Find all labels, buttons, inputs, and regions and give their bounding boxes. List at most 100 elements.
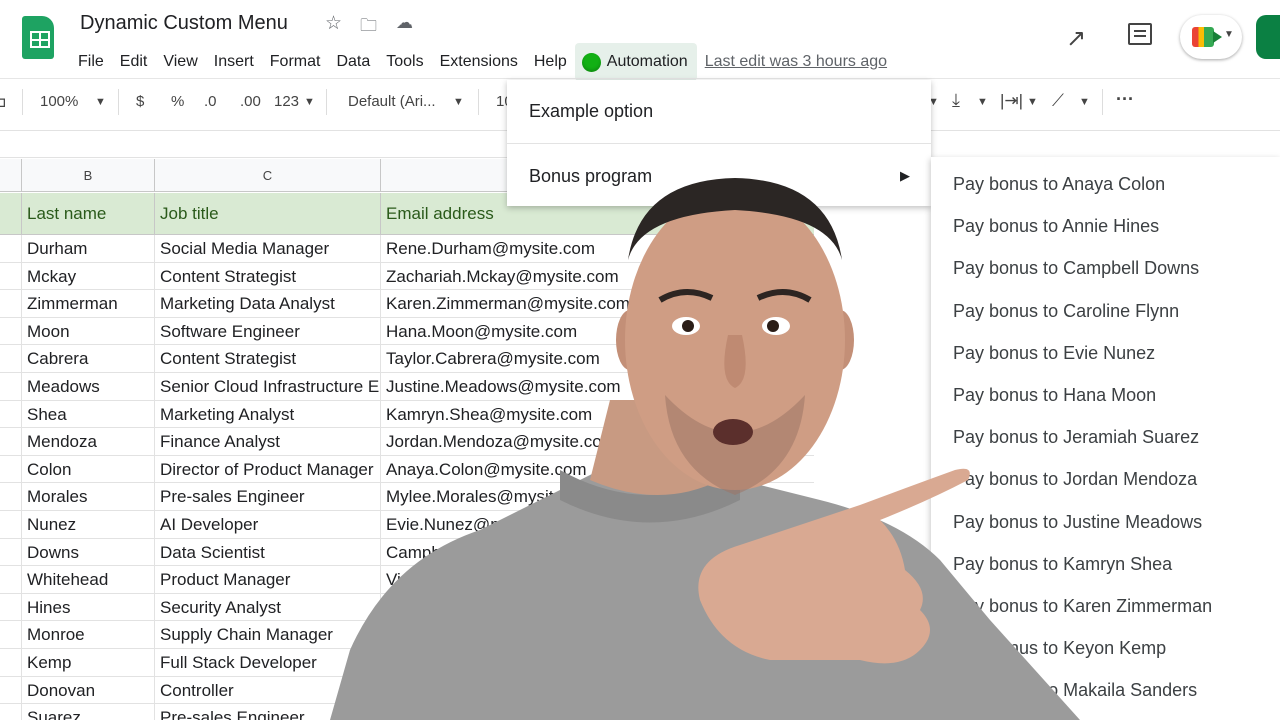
cell-email[interactable]: Rene.Durham@mysite.com <box>381 235 814 263</box>
submenu-item-pay-bonus[interactable]: Pay bonus to Evie Nunez <box>953 343 1155 364</box>
chevron-down-icon[interactable]: ▼ <box>304 96 315 108</box>
cell-job-title[interactable]: Product Manager <box>155 566 381 594</box>
cell-job-title[interactable]: Data Scientist <box>155 538 381 567</box>
cell-job-title[interactable]: Senior Cloud Infrastructure E <box>155 372 381 401</box>
menu-file[interactable]: File <box>70 51 112 73</box>
more-options-icon[interactable]: ··· <box>1116 89 1134 110</box>
cell-email[interactable]: Justine.Meadows@mysite.com <box>381 373 814 401</box>
submenu-item-pay-bonus[interactable]: Pay bonus to Caroline Flynn <box>953 301 1179 322</box>
submenu-item-pay-bonus[interactable]: Pay bonus to Hana Moon <box>953 385 1156 406</box>
submenu-item-pay-bonus[interactable]: Pay bonus to Jeramiah Suarez <box>953 427 1199 448</box>
cell-email[interactable]: Karen.Zimmerman@mysite.com <box>381 290 814 318</box>
cell-email[interactable]: Campbell.D <box>381 539 814 567</box>
submenu-item-pay-bonus[interactable]: Pay bonus to Makaila Sanders <box>953 680 1197 701</box>
cell-job-title[interactable]: AI Developer <box>155 510 381 539</box>
cell[interactable] <box>0 648 22 677</box>
submenu-item-pay-bonus[interactable]: Pay bonus to Jordan Mendoza <box>953 469 1197 490</box>
cell-last-name[interactable]: Cabrera <box>22 345 155 373</box>
cell[interactable] <box>0 566 22 594</box>
submenu-item-pay-bonus[interactable]: Pay bonus to Karen Zimmerman <box>953 596 1212 617</box>
submenu-item-pay-bonus[interactable]: Pay bonus to Anaya Colon <box>953 174 1165 195</box>
menu-format[interactable]: Format <box>262 51 329 73</box>
cell-job-title[interactable]: Supply Chain Manager <box>155 621 381 649</box>
cell[interactable] <box>0 538 22 567</box>
cell-email[interactable] <box>381 677 814 705</box>
cell-email[interactable]: Jordan.Mendoza@mysite.com <box>381 428 814 456</box>
cell-job-title[interactable]: Finance Analyst <box>155 428 381 456</box>
menu-option-bonus-program[interactable]: Bonus program <box>529 166 652 187</box>
text-wrap-icon[interactable]: |⇥| <box>1000 91 1023 111</box>
cell-last-name[interactable]: Shea <box>22 400 155 429</box>
increase-decimal-button[interactable]: .00 <box>240 93 261 110</box>
cell-email[interactable] <box>381 649 814 677</box>
submenu-item-pay-bonus[interactable]: Pay bonus to Annie Hines <box>953 216 1159 237</box>
cell-last-name[interactable]: Nunez <box>22 510 155 539</box>
zoom-select[interactable]: 100% <box>40 93 78 110</box>
cell-email[interactable]: Taylor.Cabrera@mysite.com <box>381 345 814 373</box>
menu-insert[interactable]: Insert <box>206 51 262 73</box>
share-button[interactable] <box>1256 15 1280 59</box>
menu-tools[interactable]: Tools <box>378 51 431 73</box>
cell[interactable] <box>0 400 22 429</box>
comment-icon[interactable] <box>1128 23 1152 45</box>
cell-job-title[interactable]: Marketing Data Analyst <box>155 290 381 318</box>
cell-job-title[interactable]: Full Stack Developer <box>155 648 381 677</box>
cell-job-title[interactable]: Pre-sales Engineer <box>155 704 381 720</box>
menu-automation[interactable]: Automation <box>574 43 697 81</box>
cell-last-name[interactable]: Whitehead <box>22 566 155 594</box>
vertical-align-icon[interactable]: ⤓ <box>952 90 960 111</box>
header-cell-job-title[interactable]: Job title <box>155 193 381 235</box>
cell-last-name[interactable]: Kemp <box>22 648 155 677</box>
cell-email[interactable]: Annie <box>381 594 814 622</box>
cell-last-name[interactable]: Downs <box>22 538 155 567</box>
cell-last-name[interactable]: Zimmerman <box>22 290 155 318</box>
cell-last-name[interactable]: Suarez <box>22 704 155 720</box>
number-format-select[interactable]: 123 <box>274 93 299 110</box>
cell[interactable] <box>0 317 22 346</box>
cell-last-name[interactable]: Donovan <box>22 676 155 705</box>
document-title[interactable]: Dynamic Custom Menu <box>80 12 288 35</box>
menu-extensions[interactable]: Extensions <box>432 51 526 73</box>
cell-job-title[interactable]: Content Strategist <box>155 262 381 291</box>
submenu-item-pay-bonus[interactable]: Pay bonus to Keyon Kemp <box>953 638 1166 659</box>
cell[interactable] <box>0 676 22 705</box>
currency-format-button[interactable]: $ <box>136 93 144 110</box>
cell[interactable] <box>0 372 22 401</box>
meet-button[interactable]: ▼ <box>1180 15 1242 59</box>
cell-job-title[interactable]: Software Engineer <box>155 317 381 346</box>
cell[interactable] <box>0 510 22 539</box>
header-cell-last-name[interactable]: Last name <box>22 193 155 235</box>
cell-job-title[interactable]: Social Media Manager <box>155 235 381 263</box>
cell-last-name[interactable]: Hines <box>22 593 155 622</box>
cell[interactable] <box>0 704 22 720</box>
cell-last-name[interactable]: Mckay <box>22 262 155 291</box>
cell-job-title[interactable]: Marketing Analyst <box>155 400 381 429</box>
cell[interactable] <box>0 262 22 291</box>
menu-data[interactable]: Data <box>328 51 378 73</box>
cell-email[interactable]: Zachariah.Mckay@mysite.com <box>381 263 814 291</box>
menu-option-example[interactable]: Example option <box>529 101 653 122</box>
cell[interactable] <box>0 455 22 484</box>
chevron-down-icon[interactable]: ▼ <box>1027 96 1038 108</box>
cell-email[interactable]: Evie.Nunez@mysi <box>381 511 814 539</box>
paint-format-icon[interactable]: ⊐ <box>0 93 7 111</box>
cell-last-name[interactable]: Monroe <box>22 621 155 649</box>
column-header-c[interactable]: C <box>155 159 381 192</box>
cell-email[interactable]: Victoria.V <box>381 566 814 594</box>
chevron-down-icon[interactable]: ▼ <box>453 96 464 108</box>
text-rotation-icon[interactable]: ⟋ <box>1052 91 1064 111</box>
menu-help[interactable]: Help <box>526 51 575 73</box>
cell-email[interactable]: Hana.Moon@mysite.com <box>381 318 814 346</box>
cell-last-name[interactable]: Mendoza <box>22 428 155 456</box>
cell-last-name[interactable]: Durham <box>22 235 155 263</box>
chevron-down-icon[interactable]: ▼ <box>95 96 106 108</box>
submenu-item-pay-bonus[interactable]: Pay bonus to Kamryn Shea <box>953 554 1172 575</box>
cell[interactable] <box>0 593 22 622</box>
sheets-logo-icon[interactable] <box>22 16 54 59</box>
menu-view[interactable]: View <box>155 51 205 73</box>
cell-job-title[interactable]: Director of Product Manager <box>155 455 381 484</box>
cell-last-name[interactable]: Morales <box>22 483 155 511</box>
column-header-a[interactable] <box>0 159 22 192</box>
header-cell[interactable] <box>0 193 22 235</box>
cell-job-title[interactable]: Pre-sales Engineer <box>155 483 381 511</box>
